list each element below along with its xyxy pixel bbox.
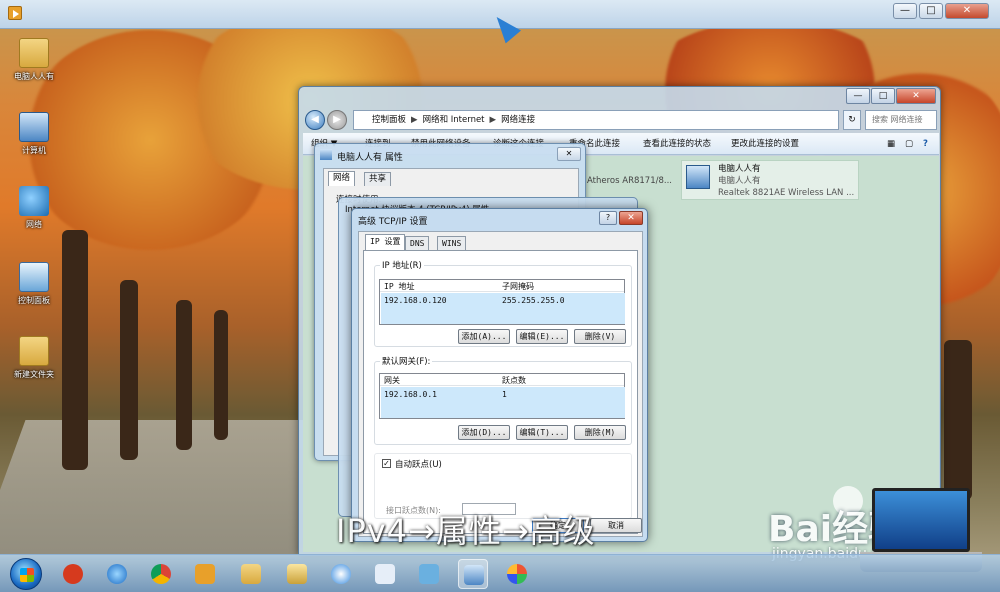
explorer-minimize-button[interactable]: — [846, 88, 870, 104]
taskbar-ie-icon[interactable] [102, 559, 132, 589]
ip-settings-panel: IP 地址(R) IP 地址 子网掩码 192.168.0.120 255.25… [363, 250, 638, 534]
metric-header: 跃点数 [502, 376, 526, 385]
folder-icon [19, 336, 49, 366]
change-settings-command[interactable]: 更改此连接的设置 [731, 133, 799, 155]
ip-header: IP 地址 [384, 282, 415, 291]
taskbar-chrome-icon[interactable] [146, 559, 176, 589]
advanced-tcpip-dialog: 高级 TCP/IP 设置 ? ✕ IP 设置 DNS WINS IP 地址(R)… [351, 208, 648, 542]
help-button[interactable]: ? [599, 211, 617, 225]
tutorial-caption: IPv4→属性→高级 [336, 512, 596, 550]
back-button[interactable]: ◀ [305, 110, 325, 130]
forward-button[interactable]: ▶ [327, 110, 347, 130]
ethernet-adapter-label: Atheros AR8171/8... [587, 176, 672, 186]
explorer-maximize-button[interactable]: □ [871, 88, 895, 104]
explorer-close-button[interactable]: ✕ [896, 88, 936, 104]
control-panel-icon [19, 262, 49, 292]
mask-header: 子网掩码 [502, 282, 534, 291]
search-input[interactable]: 搜索 网络连接 [865, 110, 937, 130]
taskbar-browser-icon[interactable] [326, 559, 356, 589]
taskbar [0, 554, 1000, 592]
breadcrumb-network-connections[interactable]: 网络连接 [501, 115, 535, 125]
taskbar-explorer-icon[interactable] [236, 559, 266, 589]
ip-address-list[interactable]: IP 地址 子网掩码 192.168.0.120 255.255.255.0 [379, 279, 625, 325]
taskbar-media-icon[interactable] [190, 559, 220, 589]
taskbar-network-icon[interactable] [458, 559, 488, 589]
ip-address-group-label: IP 地址(R) [380, 259, 424, 271]
auto-metric-label: 自动跃点(U) [395, 460, 442, 470]
help-icon[interactable]: ? [923, 133, 928, 155]
tab-network[interactable]: 网络 [328, 171, 356, 186]
taskbar-folder-icon[interactable] [282, 559, 312, 589]
gateway-header: 网关 [384, 376, 400, 385]
tab-ip-settings[interactable]: IP 设置 [365, 234, 406, 250]
table-row[interactable]: 192.168.0.120 255.255.255.0 [381, 293, 625, 324]
add-ip-button[interactable]: 添加(A)... [458, 329, 510, 344]
cancel-button[interactable]: 取消 [590, 518, 642, 533]
wireless-network-icon [686, 165, 710, 189]
remove-ip-button[interactable]: 删除(V) [574, 329, 626, 344]
mask-value: 255.255.255.0 [502, 296, 565, 305]
view-status-command[interactable]: 查看此连接的状态 [643, 133, 711, 155]
gateway-list[interactable]: 网关 跃点数 192.168.0.1 1 [379, 373, 625, 419]
address-bar-row: ◀ ▶ 控制面板 ▶ 网络和 Internet ▶ 网络连接 ↻ 搜索 网络连接 [305, 109, 937, 131]
preview-pane-icon[interactable]: ▢ [905, 133, 913, 155]
properties-title: 电脑人人有 属性 [337, 153, 403, 163]
edit-gateway-button[interactable]: 编辑(T)... [516, 425, 568, 440]
advanced-title: 高级 TCP/IP 设置 [358, 217, 428, 227]
address-input[interactable]: 控制面板 ▶ 网络和 Internet ▶ 网络连接 [353, 110, 839, 130]
taskbar-paint-icon[interactable] [502, 559, 532, 589]
desktop-icon-user-folder[interactable]: 电脑人人有 [8, 38, 60, 82]
connection-adapter: Realtek 8821AE Wireless LAN ... [718, 188, 855, 198]
gateway-group-label: 默认网关(F): [380, 355, 433, 367]
computer-icon [19, 112, 49, 142]
taskbar-document-icon[interactable] [370, 559, 400, 589]
player-logo-icon [8, 6, 22, 20]
breadcrumb-control-panel[interactable]: 控制面板 [372, 115, 406, 125]
connection-status: 电脑人人有 [718, 176, 761, 186]
folder-icon [19, 38, 49, 68]
network-icon [19, 186, 49, 216]
auto-metric-checkbox[interactable]: ✓ [382, 459, 391, 468]
taskbar-app-red-icon[interactable] [58, 559, 88, 589]
close-button[interactable]: ✕ [945, 3, 989, 19]
tab-sharing[interactable]: 共享 [364, 172, 392, 186]
properties-close-button[interactable]: ✕ [557, 147, 581, 161]
refresh-icon[interactable]: ↻ [843, 110, 861, 130]
ip-value: 192.168.0.120 [384, 296, 447, 305]
desktop-icon-control-panel[interactable]: 控制面板 [8, 262, 60, 306]
remove-gateway-button[interactable]: 删除(M) [574, 425, 626, 440]
start-button[interactable] [10, 558, 42, 590]
maximize-button[interactable]: □ [919, 3, 943, 19]
wireless-connection-item[interactable]: 电脑人人有 电脑人人有 Realtek 8821AE Wireless LAN … [681, 160, 859, 200]
desktop-icon-computer[interactable]: 计算机 [8, 112, 60, 156]
gateway-value: 192.168.0.1 [384, 390, 437, 399]
taskbar-app-icon[interactable] [414, 559, 444, 589]
edit-ip-button[interactable]: 编辑(E)... [516, 329, 568, 344]
gateway-metric-value: 1 [502, 390, 507, 399]
tab-dns[interactable]: DNS [405, 236, 430, 250]
advanced-close-button[interactable]: ✕ [619, 211, 643, 225]
network-adapter-icon [320, 149, 332, 160]
breadcrumb-network-internet[interactable]: 网络和 Internet [423, 115, 485, 125]
add-gateway-button[interactable]: 添加(D)... [458, 425, 510, 440]
view-options-icon[interactable]: ▦ [887, 133, 895, 155]
connection-name: 电脑人人有 [718, 164, 761, 174]
laptop-logo-icon [872, 488, 970, 552]
desktop-icon-new-folder[interactable]: 新建文件夹 [8, 336, 60, 380]
table-row[interactable]: 192.168.0.1 1 [381, 387, 625, 418]
desktop-icon-network[interactable]: 网络 [8, 186, 60, 230]
minimize-button[interactable]: — [893, 3, 917, 19]
tab-wins[interactable]: WINS [437, 236, 467, 250]
